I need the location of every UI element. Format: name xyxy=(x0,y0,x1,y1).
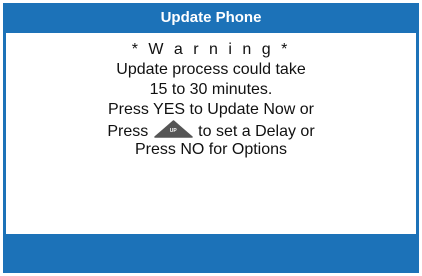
warning-title: * W a r n i n g * xyxy=(131,41,291,58)
delay-instruction-suffix: to set a Delay or xyxy=(198,123,315,140)
update-duration-value: 15 to 30 minutes. xyxy=(149,81,273,98)
update-warning-message: * W a r n i n g * Update process could t… xyxy=(6,40,416,160)
softkey-bar xyxy=(3,234,419,273)
title-bar: Update Phone xyxy=(3,3,419,33)
delay-instruction: Press UP to set a Delay or xyxy=(6,120,416,140)
update-warning-panel: * W a r n i n g * Update process could t… xyxy=(3,33,419,234)
page-title: Update Phone xyxy=(160,9,262,26)
no-instruction: Press NO for Options xyxy=(134,141,288,158)
delay-instruction-prefix: Press xyxy=(107,123,149,140)
update-duration-text: Update process could take xyxy=(116,61,306,78)
phone-screen: Update Phone * W a r n i n g * Update pr… xyxy=(0,0,422,276)
yes-instruction: Press YES to Update Now or xyxy=(107,101,315,118)
up-arrow-key-icon: UP xyxy=(153,120,193,138)
up-key-label: UP xyxy=(169,128,177,134)
